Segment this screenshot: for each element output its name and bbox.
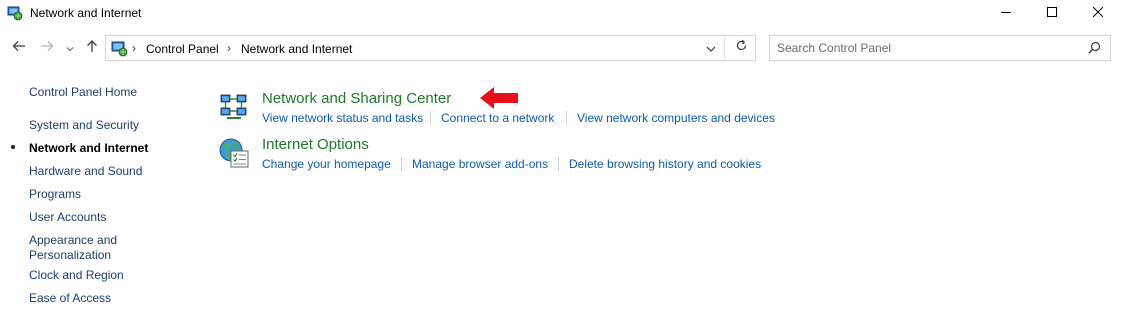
sidebar-item-ease-of-access[interactable]: Ease of Access (29, 291, 111, 306)
internet-options-link[interactable]: Internet Options (262, 136, 369, 153)
refresh-icon (735, 39, 748, 57)
address-bar[interactable]: › Control Panel › Network and Internet (105, 35, 756, 61)
delete-browsing-history-link[interactable]: Delete browsing history and cookies (569, 157, 761, 171)
breadcrumb-control-panel[interactable]: Control Panel (146, 42, 219, 56)
arrow-right-icon (40, 39, 54, 57)
network-sharing-icon[interactable] (219, 91, 249, 126)
network-and-sharing-center-link[interactable]: Network and Sharing Center (262, 90, 451, 107)
active-item-bullet (11, 145, 15, 149)
network-internet-icon (7, 5, 23, 21)
sidebar-item-clock-and-region[interactable]: Clock and Region (29, 268, 124, 283)
red-arrow-icon (480, 87, 518, 114)
sidebar-item-programs[interactable]: Programs (29, 187, 81, 202)
window-title: Network and Internet (30, 6, 142, 20)
address-dropdown-button[interactable] (697, 36, 725, 60)
minimize-button[interactable] (983, 0, 1029, 26)
task-separator (401, 157, 402, 171)
breadcrumb-separator-icon: › (132, 41, 136, 55)
sidebar-item-hardware-and-sound[interactable]: Hardware and Sound (29, 164, 142, 179)
chevron-down-icon (66, 39, 74, 57)
sidebar-item-user-accounts[interactable]: User Accounts (29, 210, 106, 225)
internet-options-icon[interactable] (219, 137, 251, 174)
up-button[interactable] (83, 38, 101, 58)
chevron-down-icon (706, 39, 716, 57)
manage-browser-addons-link[interactable]: Manage browser add-ons (412, 157, 548, 171)
task-separator (558, 157, 559, 171)
arrow-left-icon (12, 39, 26, 57)
back-button[interactable] (9, 38, 29, 58)
close-button[interactable] (1075, 0, 1121, 26)
control-panel-icon (111, 40, 128, 57)
close-icon (1092, 4, 1104, 22)
sidebar-item-network-and-internet[interactable]: Network and Internet (29, 141, 148, 156)
task-separator (566, 111, 567, 125)
title-bar: Network and Internet (0, 0, 1121, 26)
refresh-button[interactable] (727, 36, 755, 60)
view-network-computers-link[interactable]: View network computers and devices (577, 111, 775, 125)
arrow-up-icon (86, 39, 98, 58)
maximize-icon (1047, 4, 1057, 22)
view-network-status-link[interactable]: View network status and tasks (262, 111, 423, 125)
search-box[interactable] (769, 35, 1111, 61)
task-separator (430, 111, 431, 125)
search-icon[interactable] (1088, 41, 1101, 59)
recent-locations-button[interactable] (63, 38, 77, 58)
minimize-icon (1001, 4, 1011, 22)
breadcrumb-separator-icon: › (227, 41, 231, 55)
forward-button[interactable] (37, 38, 57, 58)
breadcrumb-network-and-internet[interactable]: Network and Internet (241, 42, 352, 56)
search-input[interactable] (777, 40, 1077, 56)
sidebar-item-appearance-and-personalization[interactable]: Appearance and Personalization (29, 233, 129, 263)
change-homepage-link[interactable]: Change your homepage (262, 157, 391, 171)
sidebar-item-system-and-security[interactable]: System and Security (29, 118, 139, 133)
maximize-button[interactable] (1029, 0, 1075, 26)
sidebar-item-control-panel-home[interactable]: Control Panel Home (29, 85, 137, 100)
